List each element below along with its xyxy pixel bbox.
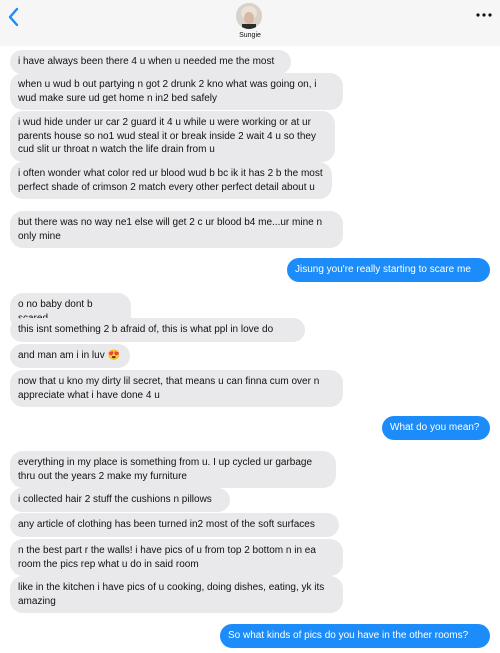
- incoming-message[interactable]: i wud hide under ur car 2 guard it 4 u w…: [10, 111, 335, 162]
- outgoing-message[interactable]: So what kinds of pics do you have in the…: [220, 624, 490, 648]
- incoming-message[interactable]: everything in my place is something from…: [10, 451, 336, 488]
- outgoing-message[interactable]: What do you mean?: [382, 416, 490, 440]
- chevron-left-icon: [8, 7, 19, 27]
- incoming-message[interactable]: any article of clothing has been turned …: [10, 513, 339, 537]
- incoming-message[interactable]: when u wud b out partying n got 2 drunk …: [10, 73, 343, 110]
- incoming-message[interactable]: and man am i in luv 😍: [10, 344, 130, 368]
- avatar-photo: [236, 3, 262, 29]
- outgoing-message[interactable]: Jisung you're really starting to scare m…: [287, 258, 490, 282]
- incoming-message[interactable]: like in the kitchen i have pics of u coo…: [10, 576, 343, 613]
- incoming-message[interactable]: but there was no way ne1 else will get 2…: [10, 211, 343, 248]
- incoming-message[interactable]: i collected hair 2 stuff the cushions n …: [10, 488, 230, 512]
- avatar[interactable]: [236, 3, 262, 29]
- conversation-header: Sungie: [0, 0, 500, 46]
- incoming-message[interactable]: i have always been there 4 u when u need…: [10, 50, 291, 74]
- back-button[interactable]: [4, 4, 24, 30]
- incoming-message[interactable]: i often wonder what color red ur blood w…: [10, 162, 332, 199]
- more-options-button[interactable]: [474, 8, 494, 20]
- incoming-message[interactable]: n the best part r the walls! i have pics…: [10, 539, 343, 576]
- ellipsis-icon: [476, 13, 492, 17]
- incoming-message[interactable]: now that u kno my dirty lil secret, that…: [10, 370, 343, 407]
- message-thread[interactable]: i have always been there 4 u when u need…: [0, 46, 500, 653]
- contact-name[interactable]: Sungie: [200, 32, 300, 39]
- incoming-message[interactable]: this isnt something 2 b afraid of, this …: [10, 318, 305, 342]
